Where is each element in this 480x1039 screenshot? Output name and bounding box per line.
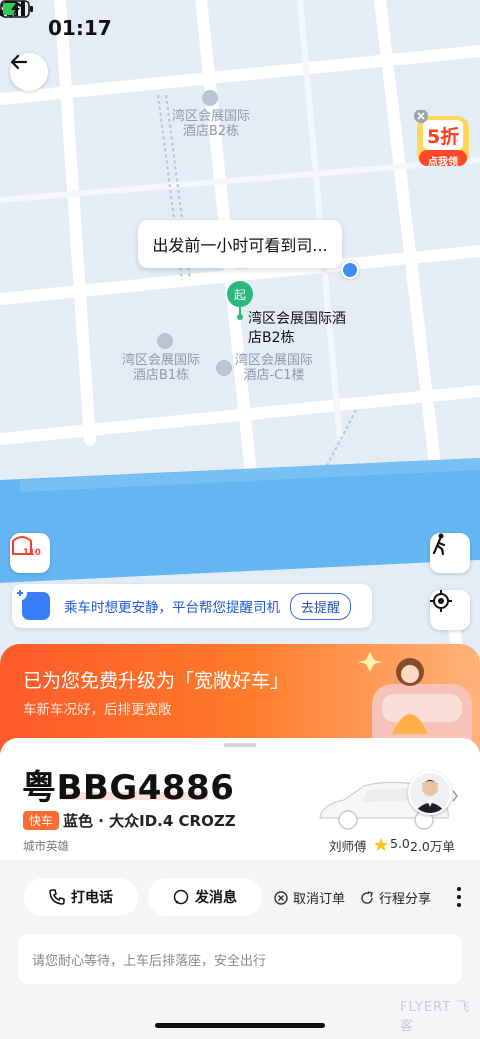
ad-discount-text: 5折 bbox=[427, 126, 460, 148]
driver-rating: 5.0 bbox=[390, 836, 410, 851]
phone-icon bbox=[49, 889, 65, 905]
home-indicator[interactable] bbox=[155, 1023, 325, 1028]
ride-type-badge: 快车 bbox=[23, 811, 60, 830]
driver-photo bbox=[410, 773, 450, 813]
hotel-poi-icon bbox=[202, 90, 218, 106]
back-arrow-icon bbox=[10, 54, 28, 70]
pickup-marker[interactable]: 起 bbox=[227, 281, 253, 307]
recenter-location-button[interactable] bbox=[430, 590, 470, 630]
walk-navigation-button[interactable] bbox=[430, 533, 470, 573]
driver-name: 刘师傅 bbox=[329, 839, 367, 854]
status-bar: 01:17 bbox=[0, 0, 480, 58]
current-location-dot bbox=[341, 261, 359, 279]
hotel-poi-icon bbox=[216, 360, 232, 376]
upgrade-title: 已为您免费升级为「宽敞好车」 bbox=[23, 670, 290, 692]
shield-plus-icon bbox=[13, 585, 50, 620]
chevron-right-icon[interactable] bbox=[451, 790, 459, 802]
map-callout[interactable]: 出发前一小时可看到司... bbox=[138, 220, 350, 272]
battery-charging-icon bbox=[0, 0, 33, 18]
share-trip-button[interactable]: 行程分享 bbox=[360, 888, 431, 907]
crosshair-icon bbox=[430, 590, 452, 612]
quiet-ride-reminder-bar: 乘车时想更安静，平台帮您提醒司机 去提醒 bbox=[12, 584, 372, 628]
ride-tip-box: 请您耐心等待，上车后排落座，安全出行 bbox=[18, 934, 462, 984]
sheet-drag-handle[interactable] bbox=[224, 743, 256, 747]
trip-bottom-sheet: 粤BBG4886 快车 蓝色 · 大众ID.4 CROZZ 城市英雄 刘师傅 5… bbox=[0, 738, 480, 1039]
back-button[interactable] bbox=[10, 53, 48, 91]
driver-card: 粤BBG4886 快车 蓝色 · 大众ID.4 CROZZ 城市英雄 刘师傅 5… bbox=[0, 738, 480, 860]
cancel-order-button[interactable]: 取消订单 bbox=[274, 888, 345, 907]
pickup-marker-dot bbox=[237, 314, 243, 320]
watermark: FLYERT 飞客 bbox=[400, 1000, 471, 1034]
walking-person-icon bbox=[432, 533, 446, 555]
driver-order-count: 2.0万单 bbox=[410, 839, 455, 854]
remind-driver-button[interactable]: 去提醒 bbox=[290, 592, 352, 620]
poi-label-b2: 湾区会展国际 酒店B2栋 bbox=[172, 109, 251, 139]
license-plate: 粤BBG4886 bbox=[22, 768, 235, 808]
police-110-button[interactable]: 110 bbox=[10, 533, 50, 573]
pickup-location-label: 湾区会展国际酒 店B2栋 bbox=[248, 311, 346, 346]
hotel-poi-icon bbox=[157, 333, 173, 349]
driver-avatar[interactable] bbox=[408, 771, 452, 815]
share-icon bbox=[361, 890, 373, 904]
status-time: 01:17 bbox=[48, 16, 112, 40]
discount-ad[interactable]: 5折 点我领 bbox=[413, 110, 473, 172]
call-driver-button[interactable]: 打电话 bbox=[24, 878, 138, 916]
action-row: 打电话 发消息 取消订单 行程分享 bbox=[0, 878, 480, 918]
chat-bubble-icon bbox=[173, 889, 189, 905]
message-driver-button[interactable]: 发消息 bbox=[148, 878, 262, 916]
more-options-icon[interactable] bbox=[454, 884, 464, 910]
upgrade-subtitle: 车新车况好，后排更宽敞 bbox=[23, 702, 172, 718]
poi-label-c1: 湾区会展国际 酒店-C1楼 bbox=[235, 353, 314, 383]
reminder-text: 乘车时想更安静，平台帮您提醒司机 bbox=[64, 600, 280, 616]
star-icon bbox=[374, 838, 388, 851]
car-description: 蓝色 · 大众ID.4 CROZZ bbox=[63, 812, 236, 830]
cancel-circle-icon bbox=[274, 890, 288, 905]
ad-cta-text: 点我领 bbox=[428, 157, 458, 168]
driver-honor-label: 城市英雄 bbox=[23, 839, 69, 853]
poi-label-b1: 湾区会展国际 酒店B1栋 bbox=[122, 353, 201, 383]
